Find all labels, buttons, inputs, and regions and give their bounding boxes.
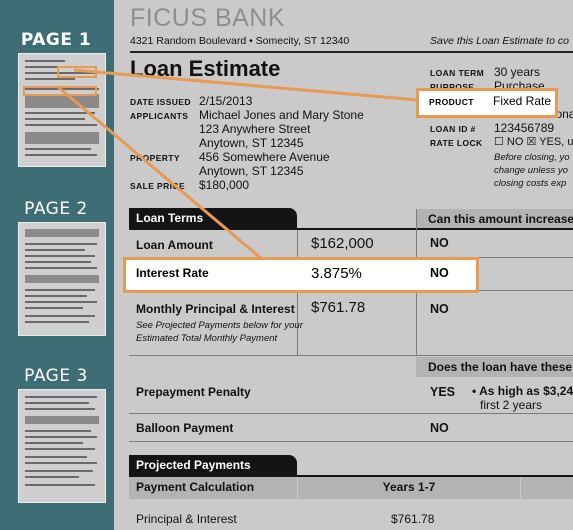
page-3-label[interactable]: PAGE 3 xyxy=(10,366,102,386)
product-highlight: PRODUCT Fixed Rate xyxy=(416,88,558,118)
projected-pi-label: Principal & Interest xyxy=(136,512,237,526)
page-1-thumbnail[interactable] xyxy=(18,53,106,167)
applicants-line-3: Anytown, ST 12345 xyxy=(199,136,304,150)
loan-amount-value: $162,000 xyxy=(311,235,374,252)
property-label: PROPERTY xyxy=(130,153,180,163)
property-line-2: Anytown, ST 12345 xyxy=(199,164,304,178)
product-value: Fixed Rate xyxy=(493,94,552,108)
date-issued-value: 2/15/2013 xyxy=(199,94,253,108)
page-2-label[interactable]: PAGE 2 xyxy=(10,199,102,219)
rate-note-line-1: Before closing, yo xyxy=(494,152,570,163)
monthly-pi-value: $761.78 xyxy=(311,299,366,316)
interest-rate-highlight: Interest Rate 3.875% NO xyxy=(123,257,479,293)
row-divider xyxy=(129,441,573,442)
row-divider xyxy=(129,355,573,356)
save-note: Save this Loan Estimate to co xyxy=(430,35,569,47)
bank-address: 4321 Random Boulevard • Somecity, ST 123… xyxy=(130,35,350,47)
bank-name: FICUS BANK xyxy=(130,4,286,32)
payment-calculation-header: Payment Calculation xyxy=(129,477,297,499)
loan-id-label: LOAN ID # xyxy=(430,124,476,134)
page-1-label[interactable]: PAGE 1 xyxy=(10,30,102,50)
features-question: Does the loan have these xyxy=(416,357,573,377)
projected-pi-value: $761.78 xyxy=(391,512,435,526)
loan-terms-tab: Loan Terms xyxy=(129,208,297,228)
balloon-payment-label: Balloon Payment xyxy=(136,421,234,435)
interest-rate-answer: NO xyxy=(430,266,449,280)
rate-note-line-2: change unless yo xyxy=(494,165,568,176)
interest-rate-value: 3.875% xyxy=(311,265,362,282)
interest-rate-label: Interest Rate xyxy=(136,266,209,280)
page-3-thumbnail[interactable] xyxy=(18,389,106,503)
increase-question: Can this amount increase xyxy=(416,209,573,228)
monthly-pi-label: Monthly Principal & Interest xyxy=(136,302,295,316)
prepayment-penalty-label: Prepayment Penalty xyxy=(136,385,251,399)
product-label: PRODUCT xyxy=(429,97,474,107)
years-1-7-header: Years 1-7 xyxy=(298,477,520,499)
page-title: Loan Estimate xyxy=(130,56,281,81)
next-period-header xyxy=(521,477,573,499)
loan-term-value: 30 years xyxy=(494,65,541,79)
applicants-line-2: 123 Anywhere Street xyxy=(199,122,311,136)
sale-price-label: SALE PRICE xyxy=(130,181,186,191)
loan-id-value: 123456789 xyxy=(494,121,555,135)
loan-amount-label: Loan Amount xyxy=(136,238,213,252)
projected-payments-tab: Projected Payments xyxy=(129,455,297,475)
prepayment-penalty-answer: YES xyxy=(430,385,456,399)
header-rule xyxy=(130,51,573,53)
date-issued-label: DATE ISSUED xyxy=(130,97,191,107)
applicants-label: APPLICANTS xyxy=(130,111,189,121)
rate-lock-label: RATE LOCK xyxy=(430,138,483,148)
loan-term-label: LOAN TERM xyxy=(430,68,485,78)
loan-amount-answer: NO xyxy=(430,236,449,250)
monthly-pi-answer: NO xyxy=(430,302,449,316)
sale-price-value: $180,000 xyxy=(199,178,250,192)
loan-terms-rule xyxy=(129,228,573,230)
rate-note-line-3: closing costs exp xyxy=(494,178,567,189)
rate-lock-value: ☐ NO ☒ YES, u xyxy=(494,136,573,148)
prepayment-detail-1: • As high as $3,24 xyxy=(472,384,573,398)
page-2-thumbnail[interactable] xyxy=(18,222,106,336)
applicants-line-1: Michael Jones and Mary Stone xyxy=(199,108,364,122)
property-line-1: 456 Somewhere Avenue xyxy=(199,150,330,164)
monthly-pi-note-2: Estimated Total Monthly Payment xyxy=(136,333,278,344)
balloon-payment-answer: NO xyxy=(430,421,449,435)
monthly-pi-note-1: See Projected Payments below for your xyxy=(136,320,303,331)
prepayment-detail-2: first 2 years xyxy=(480,398,543,412)
row-divider xyxy=(129,413,573,414)
